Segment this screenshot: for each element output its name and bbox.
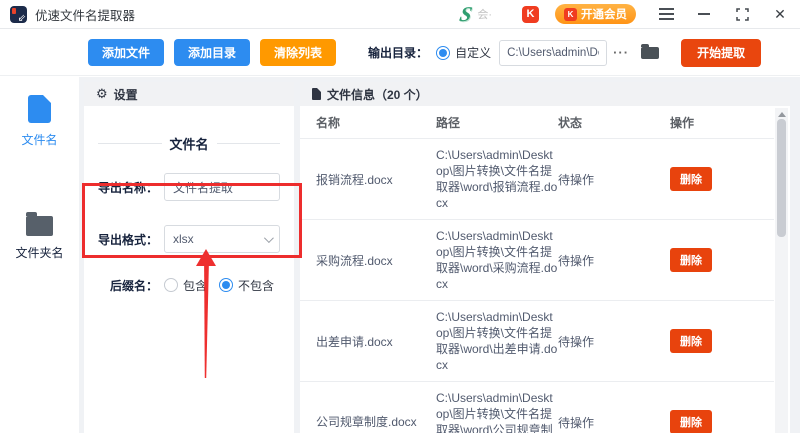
browse-more-button[interactable]: ···: [613, 45, 629, 60]
file-path: C:\Users\admin\Desktop\图片转换\文件名提取器\word\…: [436, 148, 558, 210]
section-title: 文件名: [98, 134, 281, 153]
status-text: 待操作: [558, 415, 595, 430]
file-list-icon: [312, 88, 321, 100]
add-file-button[interactable]: 添加文件: [88, 39, 165, 66]
column-action: 操作: [670, 115, 695, 130]
output-path-input[interactable]: [499, 39, 608, 66]
open-vip-label: 开通会员: [581, 9, 627, 21]
member-faint-text: 会·: [477, 9, 492, 21]
export-format-select[interactable]: xlsx: [164, 225, 280, 253]
sidebar-item-label: 文件名: [21, 133, 58, 147]
file-name: 采购流程.docx: [316, 253, 393, 268]
vip-badge-icon[interactable]: K: [522, 5, 539, 23]
table-row: 报销流程.docx C:\Users\admin\Desktop\图片转换\文件…: [300, 138, 774, 219]
column-path: 路径: [436, 115, 461, 130]
close-icon: ✕: [774, 6, 786, 22]
maximize-button[interactable]: [734, 6, 750, 22]
folder-icon: [26, 212, 53, 236]
window-title: 优速文件名提取器: [35, 8, 136, 23]
scroll-up-icon[interactable]: [777, 112, 786, 117]
suffix-label: 后缀名：: [109, 278, 158, 293]
menu-button[interactable]: [658, 6, 674, 22]
export-format-label: 导出格式：: [97, 232, 158, 247]
file-info-header: 文件信息（20 个）: [300, 82, 790, 106]
add-directory-button[interactable]: 添加目录: [174, 39, 251, 66]
scrollbar[interactable]: [775, 108, 788, 433]
vip-badge-icon: K: [564, 7, 577, 21]
sidebar-item-filename[interactable]: 文件名: [0, 77, 79, 148]
gear-icon: ⚙: [96, 86, 108, 101]
sidebar-item-foldername[interactable]: 文件夹名: [0, 148, 79, 261]
close-button[interactable]: ✕: [772, 6, 788, 22]
clear-list-button[interactable]: 清除列表: [260, 39, 337, 66]
suffix-exclude-radio[interactable]: 不包含: [219, 277, 274, 294]
table-row: 出差申请.docx C:\Users\admin\Desktop\图片转换\文件…: [300, 300, 774, 381]
s-brand-icon[interactable]: S: [457, 2, 474, 27]
open-folder-icon[interactable]: [641, 43, 660, 59]
hamburger-icon: [658, 8, 674, 20]
delete-button[interactable]: 删除: [670, 248, 712, 272]
toolbar: 添加文件 添加目录 清除列表 输出目录： 自定义 ··· 开始提取: [0, 30, 800, 76]
status-text: 待操作: [558, 172, 595, 187]
suffix-include-radio[interactable]: 包含: [164, 277, 207, 294]
file-path: C:\Users\admin\Desktop\图片转换\文件名提取器\word\…: [436, 229, 558, 291]
file-path: C:\Users\admin\Desktop\图片转换\文件名提取器\word\…: [436, 391, 553, 433]
output-dir-label: 输出目录：: [368, 46, 429, 60]
document-icon: [28, 95, 51, 123]
export-format-value: xlsx: [173, 232, 194, 246]
app-window: 优速文件名提取器 S 会· K K 开通会员 ✕ 添加文件 添加目录 清除列表 …: [0, 0, 800, 433]
delete-button[interactable]: 删除: [670, 167, 712, 191]
suffix-exclude-label: 不包含: [238, 278, 275, 293]
column-status: 状态: [558, 115, 583, 130]
maximize-icon: [735, 7, 749, 21]
minimize-button[interactable]: [696, 6, 712, 22]
open-vip-button[interactable]: K 开通会员: [555, 4, 636, 24]
start-extract-button[interactable]: 开始提取: [681, 38, 762, 67]
suffix-row: 后缀名： 包含 不包含: [84, 271, 294, 299]
chevron-down-icon: [263, 232, 274, 243]
custom-dir-radio[interactable]: 自定义: [436, 44, 491, 61]
file-name: 报销流程.docx: [316, 172, 393, 187]
sidebar-item-label: 文件夹名: [15, 246, 64, 260]
status-text: 待操作: [558, 253, 595, 268]
delete-button[interactable]: 删除: [670, 410, 712, 433]
section-title-text: 文件名: [169, 137, 209, 152]
file-path: C:\Users\admin\Desktop\图片转换\文件名提取器\word\…: [436, 310, 558, 372]
status-text: 待操作: [558, 334, 595, 349]
scrollbar-thumb[interactable]: [777, 119, 786, 237]
export-name-label: 导出名称：: [97, 180, 158, 195]
settings-header-label: 设置: [113, 87, 138, 102]
radio-unselected-icon: [164, 278, 178, 292]
table-row: 采购流程.docx C:\Users\admin\Desktop\图片转换\文件…: [300, 219, 774, 300]
radio-selected-icon: [436, 45, 451, 60]
custom-dir-radio-label: 自定义: [455, 46, 492, 60]
app-logo-icon: [10, 5, 27, 24]
export-name-input[interactable]: [164, 173, 280, 201]
settings-panel: ⚙ 设置 文件名 导出名称： 导出格式： xlsx: [84, 82, 294, 433]
main-area: 文件名 文件夹名 ⚙ 设置 文件名 导出名称： 文件名提取 导出格式： xlsx…: [0, 77, 800, 433]
column-name: 名称: [316, 115, 341, 130]
sidebar: 文件名 文件夹名: [0, 77, 79, 433]
file-info-header-label: 文件信息（20 个）: [327, 87, 428, 102]
suffix-include-label: 包含: [183, 278, 208, 293]
file-name: 出差申请.docx: [316, 334, 393, 349]
export-format-row: 导出格式： xlsx: [84, 225, 294, 253]
file-info-panel: 文件信息（20 个） 名称 路径 状态 操作 报销流程.docx C:\User…: [300, 82, 790, 433]
table-header: 名称 路径 状态 操作: [300, 106, 774, 138]
settings-header: ⚙ 设置: [84, 82, 294, 106]
export-name-row: 导出名称：: [84, 173, 294, 201]
table-row: 公司规章制度.docx C:\Users\admin\Desktop\图片转换\…: [300, 381, 774, 433]
settings-body: 文件名 导出名称： 导出格式： xlsx 后缀名：: [84, 106, 294, 299]
radio-selected-icon: [219, 278, 234, 292]
file-name: 公司规章制度.docx: [316, 415, 417, 429]
delete-button[interactable]: 删除: [670, 329, 712, 353]
minimize-icon: [698, 13, 710, 15]
table-body: 报销流程.docx C:\Users\admin\Desktop\图片转换\文件…: [300, 138, 774, 433]
title-bar: 优速文件名提取器 S 会· K K 开通会员 ✕: [0, 0, 800, 29]
